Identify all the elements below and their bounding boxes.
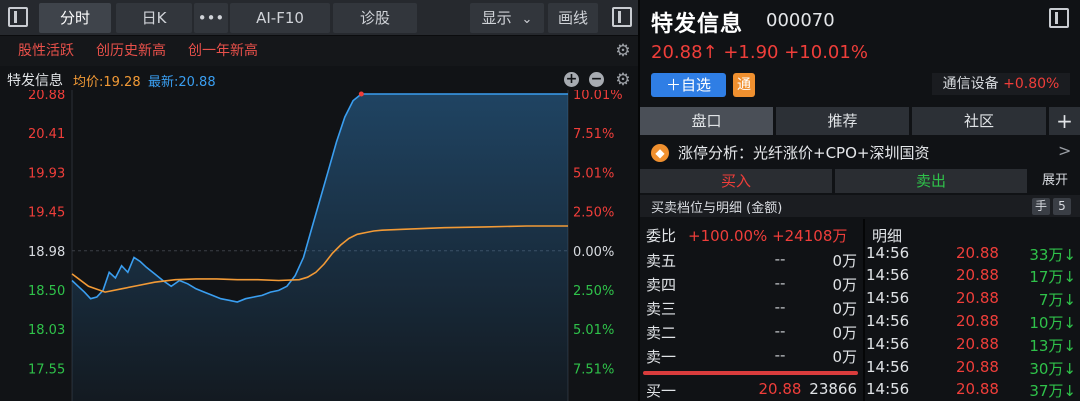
y-pct-tick-label: 10.01% — [573, 90, 623, 103]
panel-toggle-icon[interactable] — [612, 7, 632, 27]
hand-unit-toggle[interactable]: 手 — [1032, 198, 1050, 215]
sidebar-toggle-icon[interactable] — [8, 7, 28, 27]
tab-diagnose[interactable]: 诊股 — [333, 3, 417, 33]
collapse-panel-icon[interactable] — [1049, 8, 1069, 28]
industry-badge[interactable]: 通信设备 +0.80% — [932, 73, 1070, 95]
tab-community[interactable]: 社区 — [912, 107, 1046, 135]
chart-settings-icon[interactable]: ⚙ — [614, 71, 632, 89]
chart-stock-name: 特发信息 — [7, 73, 63, 89]
buy-button[interactable]: 买入 — [640, 169, 832, 193]
chart-toolbar: 分时 日K ••• AI-F10 诊股 显示 ⌄ 画线 — [0, 0, 638, 36]
tab-daily-k[interactable]: 日K — [116, 3, 192, 33]
connect-badge[interactable]: 通 — [733, 73, 755, 97]
tab-intraday[interactable]: 分时 — [39, 3, 111, 33]
level-count-toggle[interactable]: 5 — [1053, 198, 1071, 215]
y-tick-label: 18.98 — [28, 245, 65, 260]
latest-price-area — [72, 94, 568, 401]
draw-line-button[interactable]: 画线 — [548, 3, 598, 33]
price-change: 20.88↑ +1.90 +10.01% — [651, 42, 868, 63]
expand-button[interactable]: 展开 — [1035, 169, 1075, 193]
ask-row: 卖三 -- 0万 — [646, 298, 857, 318]
ask-row: 卖一 -- 0万 — [646, 346, 857, 366]
tick-row: 14:56 20.88 10万↓ — [866, 312, 1076, 332]
y-pct-tick-label: 7.51% — [573, 127, 614, 142]
intraday-chart: 20.88 20.41 19.93 19.45 18.98 18.50 18.03 17.55… — [28, 90, 623, 401]
y-tick-label: 20.88 — [28, 90, 65, 103]
industry-pct: +0.80% — [1003, 76, 1060, 92]
ask-bid-divider — [643, 371, 858, 375]
display-label: 显示 — [481, 9, 512, 27]
stock-tags: 股性活跃 创历史新高 创一年新高 ⚙ — [0, 36, 638, 66]
tag-all-time-high[interactable]: 创历史新高 — [96, 41, 166, 61]
tick-row: 14:56 20.88 7万↓ — [866, 289, 1076, 309]
quote-panel: 特发信息 000070 20.88↑ +1.90 +10.01% ＋自选 通 通… — [640, 0, 1080, 401]
latest-price-label: 最新:20.88 — [148, 75, 216, 90]
intraday-panel: 分时 日K ••• AI-F10 诊股 显示 ⌄ 画线 股性活跃 创历史新高 创… — [0, 0, 638, 401]
quote-tabs: 盘口 推荐 社区 + — [640, 107, 1080, 135]
y-tick-label: 19.93 — [28, 166, 65, 181]
y-tick-label: 19.45 — [28, 206, 65, 221]
trade-buttons: 买入 卖出 展开 — [640, 169, 1080, 193]
tick-row: 14:56 20.88 33万↓ — [866, 244, 1076, 264]
bid-row: 买一 20.88 23866万 — [646, 380, 857, 401]
zoom-in-icon[interactable]: + — [564, 72, 579, 87]
tab-recommend[interactable]: 推荐 — [776, 107, 909, 135]
tag-active[interactable]: 股性活跃 — [18, 41, 74, 61]
order-ratio: 委比 +100.00% +24108万 — [640, 221, 862, 249]
y-tick-label: 18.03 — [28, 323, 65, 338]
stock-name: 特发信息 — [651, 12, 744, 37]
y-tick-label: 17.55 — [28, 362, 65, 377]
tick-row: 14:56 20.88 30万↓ — [866, 358, 1076, 378]
zoom-out-icon[interactable]: − — [589, 72, 604, 87]
chevron-down-icon: ⌄ — [521, 12, 533, 27]
ask-row: 卖五 -- 0万 — [646, 250, 857, 270]
y-pct-tick-label: 2.50% — [573, 206, 614, 221]
order-ratio-label: 委比 — [646, 227, 677, 245]
book-tick-divider — [863, 219, 865, 401]
tick-row: 14:56 20.88 17万↓ — [866, 266, 1076, 286]
y-tick-label: 18.50 — [28, 284, 65, 299]
y-tick-label: 20.41 — [28, 127, 65, 142]
avg-price-label: 均价:19.28 — [73, 75, 141, 90]
add-tab-button[interactable]: + — [1049, 107, 1080, 135]
ask-row: 卖二 -- 0万 — [646, 322, 857, 342]
limit-up-reason-text: 涨停分析：光纤涨价+CPO+深圳国资 — [678, 144, 930, 162]
order-ratio-values: +100.00% +24108万 — [688, 227, 848, 245]
tab-ai-f10[interactable]: AI-F10 — [230, 3, 330, 33]
more-tabs-button[interactable]: ••• — [194, 3, 228, 33]
limit-up-reason[interactable]: ◆ 涨停分析：光纤涨价+CPO+深圳国资 > — [640, 139, 1080, 167]
order-book-header: 买卖档位与明细 (金额) 手 5 — [640, 195, 1080, 217]
add-watchlist-button[interactable]: ＋自选 — [651, 73, 726, 97]
chart-info-row: 特发信息 均价:19.28 最新:20.88 + − ⚙ — [0, 66, 638, 92]
tick-row: 14:56 20.88 37万↓ — [866, 380, 1076, 400]
tab-handicap[interactable]: 盘口 — [640, 107, 773, 135]
display-dropdown[interactable]: 显示 ⌄ — [470, 3, 544, 33]
sell-button[interactable]: 卖出 — [835, 169, 1027, 193]
y-pct-tick-label: 5.01% — [573, 323, 614, 338]
stock-code: 000070 — [766, 10, 835, 31]
y-pct-tick-label: 0.00% — [573, 245, 614, 260]
ask-row: 卖四 -- 0万 — [646, 274, 857, 294]
industry-name: 通信设备 — [942, 76, 999, 92]
flame-icon: ◆ — [651, 144, 669, 162]
chevron-right-icon: > — [1058, 141, 1072, 160]
order-book-title: 买卖档位与明细 (金额) — [651, 201, 783, 216]
y-pct-tick-label: 2.50% — [573, 284, 614, 299]
gear-icon[interactable]: ⚙ — [614, 42, 632, 60]
tick-row: 14:56 20.88 13万↓ — [866, 335, 1076, 355]
limit-up-dot — [358, 91, 364, 97]
y-pct-tick-label: 7.51% — [573, 362, 614, 377]
tag-year-high[interactable]: 创一年新高 — [188, 41, 258, 61]
y-pct-tick-label: 5.01% — [573, 166, 614, 181]
